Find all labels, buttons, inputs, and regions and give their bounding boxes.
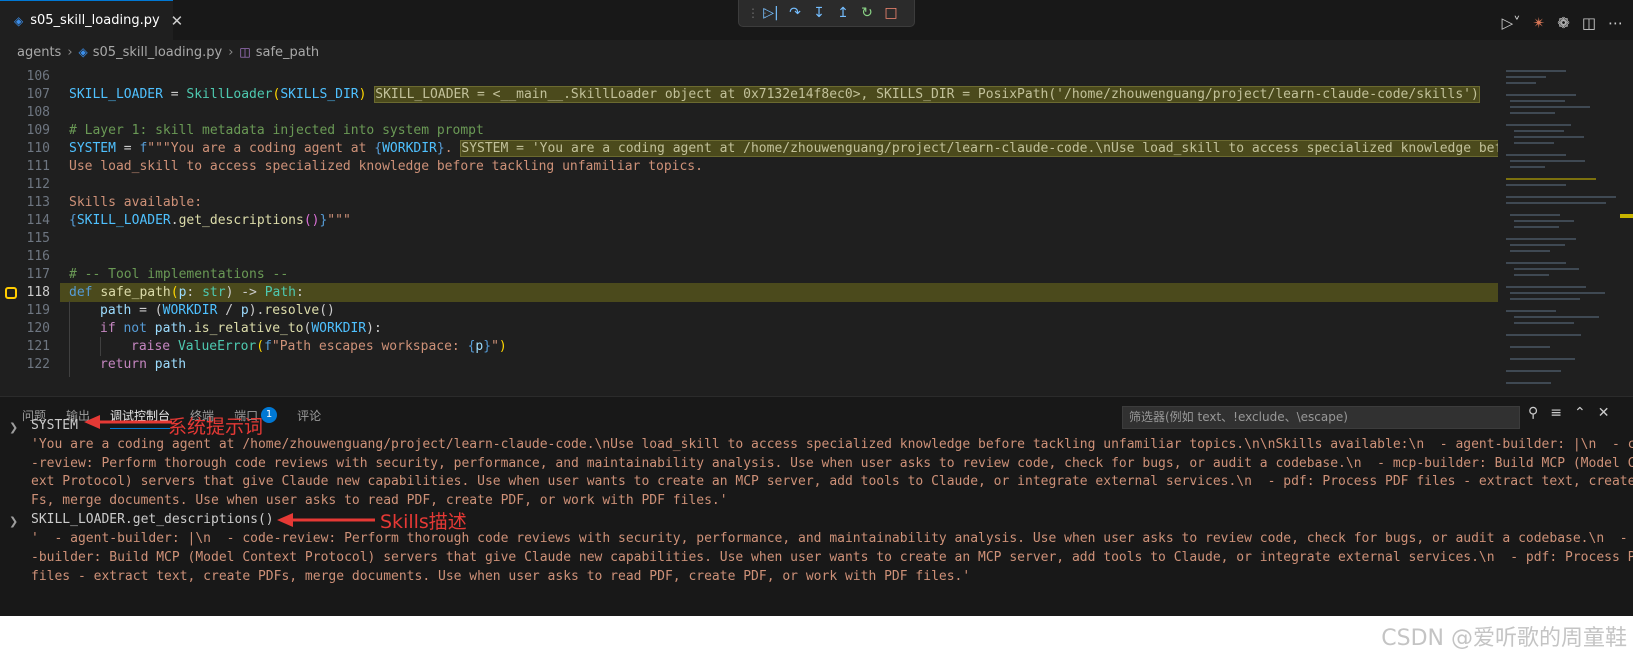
split-editor-icon[interactable]: ◫ — [1582, 14, 1596, 32]
line-number: 108 — [26, 105, 50, 120]
code-editor[interactable]: 106 107 108 109 110 111 112 113 114 115 … — [0, 64, 1633, 396]
code-line-119: path = (WORKDIR / p).resolve() — [100, 303, 335, 318]
breadcrumb: agents › ◈ s05_skill_loading.py › ◫ safe… — [0, 40, 1633, 64]
step-over-icon[interactable]: ↷ — [783, 2, 807, 24]
line-number: 121 — [26, 339, 50, 354]
inline-debug-value: SYSTEM = 'You are a coding agent at /hom… — [460, 140, 1527, 157]
continue-icon[interactable]: ▷| — [759, 2, 783, 24]
annotation-arrow — [277, 513, 375, 527]
code-line-109: # Layer 1: skill metadata injected into … — [69, 123, 484, 138]
code-line-114: {SKILL_LOADER.get_descriptions()}""" — [69, 213, 351, 228]
breadcrumb-folder[interactable]: agents — [17, 45, 61, 60]
console-filter-input[interactable]: 筛选器(例如 text、!exclude、\escape) — [1122, 406, 1520, 429]
line-number: 115 — [26, 231, 50, 246]
claude-icon[interactable]: ✴ — [1533, 14, 1546, 32]
more-actions-icon[interactable]: ⋯ — [1608, 14, 1623, 32]
chevron-right-icon: ❯ — [9, 421, 19, 434]
console-result: ext Protocol) servers that give Claude n… — [31, 474, 1633, 489]
code-line-122: return path — [100, 357, 187, 372]
line-number: 113 — [26, 195, 50, 210]
ports-badge: 1 — [261, 407, 278, 423]
search-icon[interactable]: ⚲ — [1528, 405, 1538, 421]
line-number: 106 — [26, 69, 50, 84]
minimap[interactable] — [1498, 64, 1633, 396]
breadcrumb-symbol[interactable]: safe_path — [256, 45, 319, 60]
line-number: 109 — [26, 123, 50, 138]
run-icon[interactable]: ▷˅ — [1502, 14, 1521, 32]
tab-comments[interactable]: 评论 — [297, 397, 321, 433]
breadcrumb-file[interactable]: s05_skill_loading.py — [93, 45, 222, 60]
breakpoint-paused-icon[interactable] — [5, 287, 17, 299]
chevron-right-icon: › — [228, 44, 234, 60]
console-result: files - extract text, create PDFs, merge… — [31, 569, 971, 584]
console-result: 'You are a coding agent at /home/zhouwen… — [31, 437, 1633, 452]
console-expression[interactable]: SYSTEM — [31, 416, 78, 435]
watermark: CSDN @爱听歌的周童鞋 — [1381, 626, 1627, 651]
line-number: 120 — [26, 321, 50, 336]
drag-grip-icon[interactable]: ⋮⋮ — [747, 6, 771, 20]
console-result: -review: Perform thorough code reviews w… — [31, 456, 1633, 471]
annotation-arrow — [84, 415, 172, 429]
console-result: ' - agent-builder: |\n - code-review: Pe… — [31, 531, 1633, 546]
code-line-120: if not path.is_relative_to(WORKDIR): — [100, 321, 382, 336]
debug-toolbar: ⋮⋮ ▷| ↷ ↧ ↥ ↻ □ — [738, 0, 915, 27]
code-line-113: Skills available: — [69, 195, 203, 210]
close-icon[interactable]: ✕ — [171, 12, 184, 30]
chevron-right-icon: › — [67, 44, 73, 60]
code-line-118: def safe_path(p: str) -> Path: — [69, 285, 304, 300]
annotation-system-prompt: 系统提示词 — [168, 416, 264, 438]
console-expression[interactable]: SKILL_LOADER.get_descriptions() — [31, 510, 274, 529]
function-symbol-icon: ◫ — [239, 45, 251, 59]
line-number: 111 — [26, 159, 50, 174]
inline-debug-value: SKILL_LOADER = <__main__.SkillLoader obj… — [374, 86, 1480, 103]
tab-s05-skill-loading[interactable]: ◈ s05_skill_loading.py ✕ — [0, 0, 183, 40]
openai-icon[interactable]: ❁ — [1557, 14, 1570, 32]
editor-tab-bar: ◈ s05_skill_loading.py ✕ ⋮⋮ ▷| ↷ ↧ ↥ ↻ □… — [0, 0, 1633, 40]
indent-guide — [69, 301, 70, 377]
code-line-111: Use load_skill to access specialized kno… — [69, 159, 703, 174]
tab-title: s05_skill_loading.py — [30, 13, 160, 28]
python-file-icon: ◈ — [14, 13, 24, 28]
step-into-icon[interactable]: ↧ — [807, 2, 831, 24]
line-number: 116 — [26, 249, 50, 264]
panel-actions: ⚲ ≡ ⌃ ✕ — [1528, 405, 1609, 421]
indent-guide — [100, 337, 101, 356]
clear-console-icon[interactable]: ≡ — [1550, 405, 1562, 421]
line-number: 107 — [26, 87, 50, 102]
console-result: -builder: Build MCP (Model Context Proto… — [31, 550, 1633, 565]
restart-icon[interactable]: ↻ — [855, 2, 879, 24]
code-line-110: SYSTEM = f"""You are a coding agent at {… — [69, 140, 1527, 157]
close-icon[interactable]: ✕ — [1598, 405, 1610, 421]
line-number: 112 — [26, 177, 50, 192]
annotation-skills-description: Skills描述 — [380, 511, 467, 533]
python-file-icon: ◈ — [78, 45, 88, 59]
code-line-121: raise ValueError(f"Path escapes workspac… — [131, 339, 507, 354]
line-number: 122 — [26, 357, 50, 372]
line-number: 114 — [26, 213, 50, 228]
editor-actions: ▷˅ ✴ ❁ ◫ ⋯ — [1502, 14, 1623, 32]
line-number: 110 — [26, 141, 50, 156]
line-number: 117 — [26, 267, 50, 282]
maximize-panel-icon[interactable]: ⌃ — [1574, 405, 1586, 421]
step-out-icon[interactable]: ↥ — [831, 2, 855, 24]
line-number: 119 — [26, 303, 50, 318]
bottom-panel: 问题 输出 调试控制台 终端 端口 1 评论 筛选器(例如 text、!exclu… — [0, 396, 1633, 616]
scrollbar-marker — [1620, 214, 1633, 218]
code-line-107: SKILL_LOADER = SkillLoader(SKILLS_DIR) S… — [69, 86, 1480, 103]
code-line-117: # -- Tool implementations -- — [69, 267, 289, 282]
chevron-right-icon: ❯ — [9, 515, 19, 528]
stop-icon[interactable]: □ — [879, 2, 903, 24]
